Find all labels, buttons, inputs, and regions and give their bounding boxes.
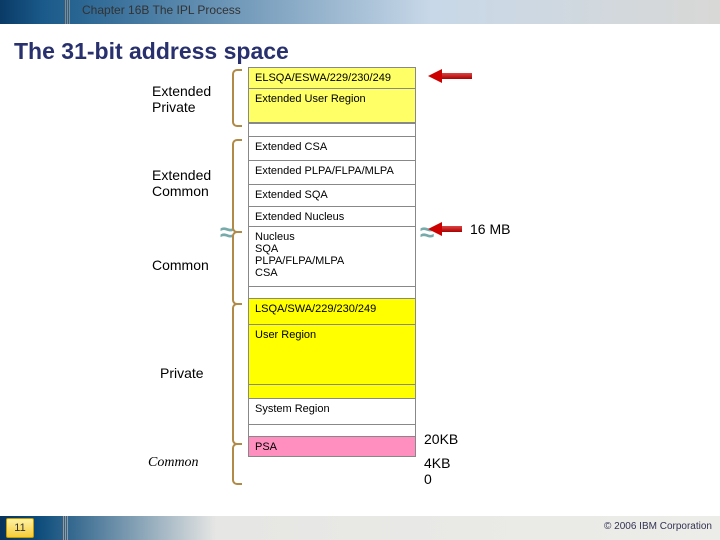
label-20kb: 20KB — [424, 431, 458, 447]
header-vbars — [65, 0, 71, 24]
chapter-label: Chapter 16B The IPL Process — [82, 3, 241, 17]
page-number-badge: 11 — [6, 518, 34, 538]
arrow-top — [428, 70, 478, 82]
label-ext-private: Extended Private — [152, 83, 211, 115]
address-space-column: ELSQA/ESWA/229/230/249 Extended User Reg… — [248, 67, 416, 457]
seg-gap-2 — [248, 287, 416, 299]
label-common: Common — [152, 257, 209, 273]
label-zero: 0 — [424, 471, 432, 487]
copyright-text: © 2006 IBM Corporation — [604, 521, 712, 532]
brace-common2 — [232, 443, 242, 485]
seg-gap-4 — [248, 425, 416, 437]
brace-ext-common — [232, 139, 242, 233]
diagram-stage: ELSQA/ESWA/229/230/249 Extended User Reg… — [0, 67, 720, 511]
seg-ext-user-region: Extended User Region — [248, 89, 416, 123]
seg-ext-sqa: Extended SQA — [248, 185, 416, 207]
label-4kb: 4KB — [424, 455, 450, 471]
seg-gap-3 — [248, 385, 416, 399]
label-16mb: 16 MB — [470, 221, 510, 237]
label-ext-common: Extended Common — [152, 167, 211, 199]
brace-private — [232, 303, 242, 445]
seg-ext-nucleus: Extended Nucleus — [248, 207, 416, 227]
arrow-16mb — [428, 223, 466, 235]
wave-break-left: ≈ — [220, 217, 230, 248]
seg-ext-csa: Extended CSA — [248, 137, 416, 161]
slide-footer: 11 © 2006 IBM Corporation — [0, 516, 720, 540]
seg-ext-plpa: Extended PLPA/FLPA/MLPA — [248, 161, 416, 185]
slide-header: Chapter 16B The IPL Process — [0, 0, 720, 24]
footer-vbars — [63, 516, 69, 540]
seg-nucleus-group: Nucleus SQA PLPA/FLPA/MLPA CSA — [248, 227, 416, 287]
brace-ext-private — [232, 69, 242, 127]
label-common2: Common — [148, 453, 199, 471]
seg-system-region: System Region — [248, 399, 416, 425]
label-private: Private — [160, 365, 204, 381]
seg-gap-1 — [248, 123, 416, 137]
seg-psa: PSA — [248, 437, 416, 457]
seg-user-region: User Region — [248, 325, 416, 385]
seg-lsqa: LSQA/SWA/229/230/249 — [248, 299, 416, 325]
seg-elsqa: ELSQA/ESWA/229/230/249 — [248, 67, 416, 89]
brace-common — [232, 231, 242, 305]
slide-title: The 31-bit address space — [14, 38, 720, 65]
